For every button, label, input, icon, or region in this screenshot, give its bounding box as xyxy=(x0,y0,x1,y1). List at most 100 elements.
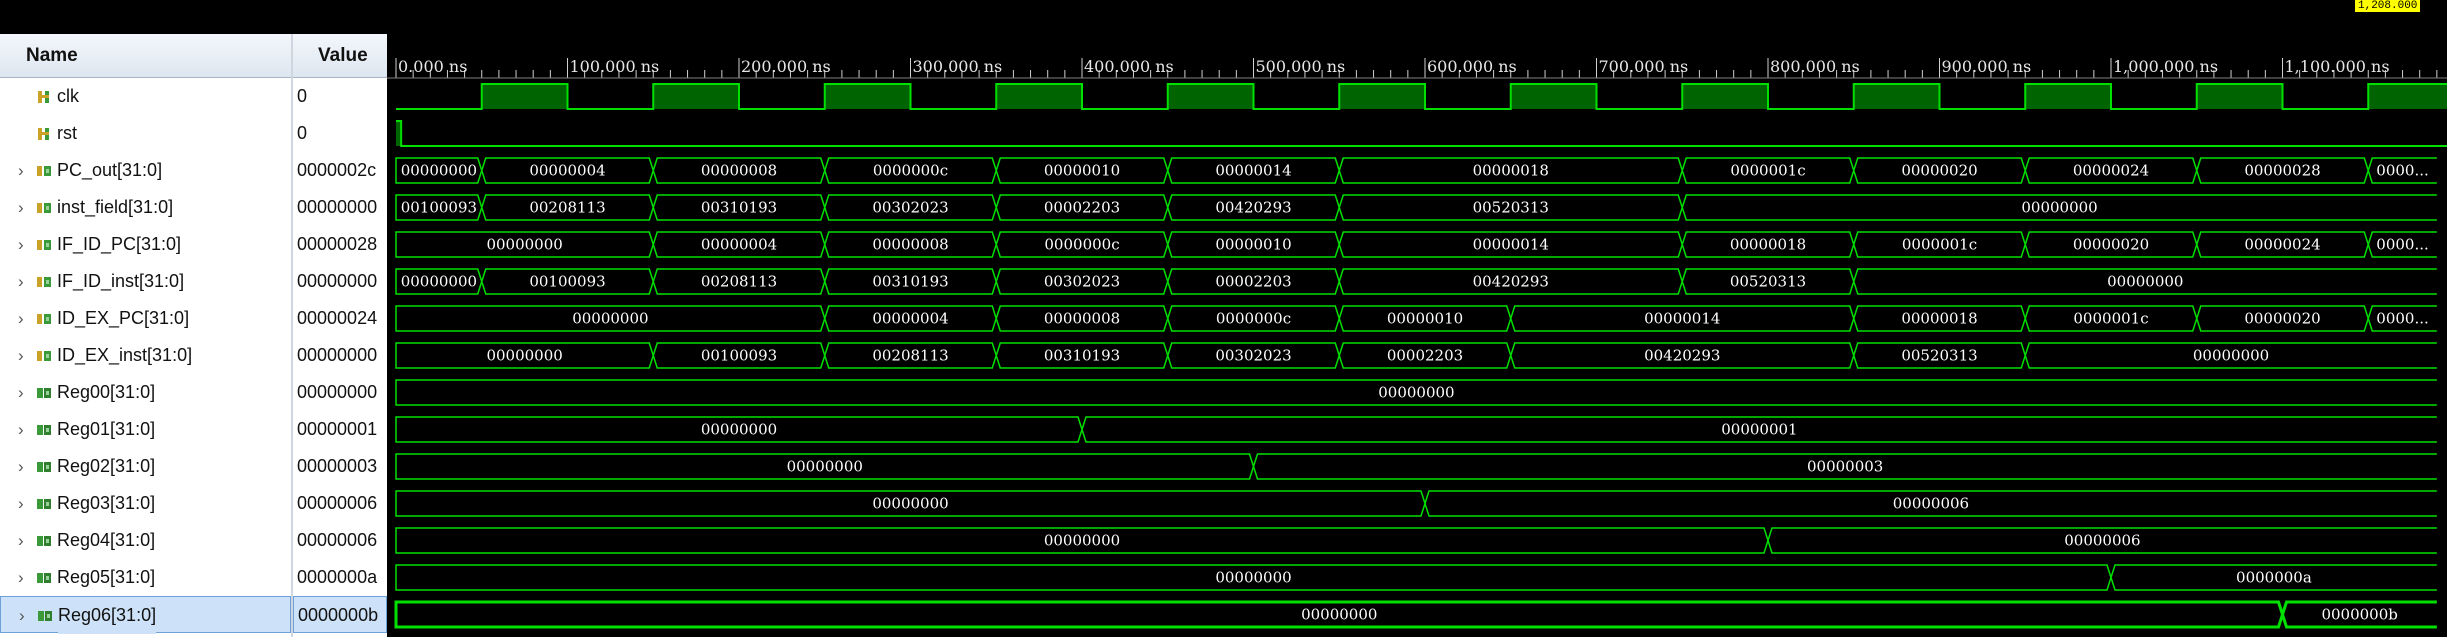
bus-value-label: 00000024 xyxy=(2244,236,2320,254)
clock-high-fill xyxy=(1853,84,1940,109)
chevron-right-icon[interactable]: › xyxy=(18,559,24,596)
waveform-canvas[interactable]: 0.000 ns 100.000 ns 200.000 ns 300.000 ns 40… xyxy=(387,0,2447,637)
chevron-right-icon[interactable]: › xyxy=(18,374,24,411)
bus-value-label: 00000008 xyxy=(1044,310,1120,328)
signal-value: 0000000b xyxy=(298,605,379,625)
signal-row[interactable]: › inst_field[31:0] xyxy=(0,189,291,226)
signal-value-cell[interactable]: 0000002c xyxy=(293,152,387,189)
bus-value-label: 00000003 xyxy=(1807,458,1883,476)
chevron-right-icon[interactable]: › xyxy=(19,597,25,634)
signal-row[interactable]: › ID_EX_inst[31:0] xyxy=(0,337,291,374)
bus-value-label: 0000001c xyxy=(1730,162,1805,180)
signal-value-cell[interactable]: 00000006 xyxy=(293,485,387,522)
signal-value-cell[interactable]: 0 xyxy=(293,115,387,152)
chevron-right-icon[interactable]: › xyxy=(18,522,24,559)
bus-value-label: 00002203 xyxy=(1215,273,1291,291)
signal-value-cell[interactable]: 00000000 xyxy=(293,189,387,226)
bus-value-label: 0000000c xyxy=(873,162,948,180)
signal-value-cell[interactable]: 00000003 xyxy=(293,448,387,485)
bus-value-label: 00000020 xyxy=(1901,162,1977,180)
signal-row[interactable]: › Reg02[31:0] xyxy=(0,448,291,485)
chevron-right-icon[interactable]: › xyxy=(18,152,24,189)
bus-value-label: 00000020 xyxy=(2073,236,2149,254)
signal-value: 00000006 xyxy=(297,493,378,513)
signal-value-cell[interactable]: 00000024 xyxy=(293,300,387,337)
signal-row[interactable]: › Reg03[31:0] xyxy=(0,485,291,522)
time-axis-label: 400.000 ns xyxy=(1084,57,1174,76)
time-axis-label: 1,100.000 ns xyxy=(2285,57,2390,76)
chevron-right-icon[interactable]: › xyxy=(18,411,24,448)
bus-value-label: 00002203 xyxy=(1044,199,1120,217)
chevron-right-icon[interactable]: › xyxy=(18,300,24,337)
signal-value-cell[interactable]: 00000001 xyxy=(293,411,387,448)
signal-value-cell[interactable]: 00000000 xyxy=(293,337,387,374)
bus-value-label: 0000001c xyxy=(2073,310,2148,328)
bus-value-label: 0000000c xyxy=(1044,236,1119,254)
signal-row[interactable]: › IF_ID_PC[31:0] xyxy=(0,226,291,263)
bus-value-label: 00000000 xyxy=(486,236,562,254)
clock-high-fill xyxy=(481,84,568,109)
chevron-right-icon[interactable]: › xyxy=(18,263,24,300)
clock-high-fill xyxy=(824,84,911,109)
bus-value-label: 00000000 xyxy=(572,310,648,328)
signal-value-cell[interactable]: 00000006 xyxy=(293,522,387,559)
bus-value-label: 00000010 xyxy=(1044,162,1120,180)
bus-value-label: 00000000 xyxy=(401,273,477,291)
waveform-view[interactable]: 0.000 ns 100.000 ns 200.000 ns 300.000 ns 40… xyxy=(387,0,2447,637)
signal-value-cell[interactable]: 00000028 xyxy=(293,226,387,263)
signal-row[interactable]: rst xyxy=(0,115,291,152)
signal-name: Reg04[31:0] xyxy=(57,530,156,550)
bus-value-label: 00002203 xyxy=(1387,347,1463,365)
signal-name: ID_EX_PC[31:0] xyxy=(57,308,190,328)
signal-row[interactable]: › Reg01[31:0] xyxy=(0,411,291,448)
bus-value-label: 00520313 xyxy=(1901,347,1977,365)
signal-row[interactable]: › Reg05[31:0] xyxy=(0,559,291,596)
time-axis-label: 300.000 ns xyxy=(913,57,1003,76)
signal-value: 00000006 xyxy=(297,530,378,550)
bus-value-label: 00000004 xyxy=(529,162,605,180)
bus-value-label: 00000000 xyxy=(2193,347,2269,365)
signal-row[interactable]: clk xyxy=(0,78,291,115)
signal-row[interactable]: › ID_EX_PC[31:0] xyxy=(0,300,291,337)
bus-value-label: 0000000b xyxy=(2321,606,2397,624)
value-column-header[interactable]: Value xyxy=(293,34,387,78)
bus-value-label: 00000004 xyxy=(872,310,948,328)
signal-value-cell[interactable]: 0 xyxy=(293,78,387,115)
bus-value-label: 00000020 xyxy=(2244,310,2320,328)
bus-value-label: 00000000 xyxy=(401,162,477,180)
time-axis-label: 200.000 ns xyxy=(741,57,831,76)
signal-value-panel: Value 0 0 0000002c 00000000 00000028 00000000… xyxy=(293,0,387,637)
signal-value: 00000000 xyxy=(297,382,378,402)
chevron-right-icon[interactable]: › xyxy=(18,485,24,522)
signal-value-cell[interactable]: 00000000 xyxy=(293,263,387,300)
signal-value-cell[interactable]: 00000000 xyxy=(293,374,387,411)
name-column-header[interactable]: Name xyxy=(0,34,293,78)
bus-value-label: 00000000 xyxy=(872,495,948,513)
signal-value-cell[interactable]: 0000000a xyxy=(293,559,387,596)
signal-value: 00000028 xyxy=(297,234,378,254)
chevron-right-icon[interactable]: › xyxy=(18,448,24,485)
bus-value-label: 00000000 xyxy=(701,421,777,439)
signal-row[interactable]: › Reg00[31:0] xyxy=(0,374,291,411)
signal-row[interactable]: › Reg06[31:0] xyxy=(0,596,291,634)
bus-value-label: 00000004 xyxy=(701,236,777,254)
chevron-right-icon[interactable]: › xyxy=(18,189,24,226)
signal-row[interactable]: › PC_out[31:0] xyxy=(0,152,291,189)
bus-value-label: 00000000 xyxy=(1215,569,1291,587)
bus-value-label: 00000018 xyxy=(1730,236,1806,254)
panel-top-band xyxy=(0,0,293,34)
time-axis-label: 900.000 ns xyxy=(1942,57,2032,76)
bus-value-label: 00000014 xyxy=(1644,310,1720,328)
bus-value-label: 00000014 xyxy=(1215,162,1291,180)
signal-value: 00000001 xyxy=(297,419,378,439)
chevron-right-icon[interactable]: › xyxy=(18,226,24,263)
signal-row[interactable]: › Reg04[31:0] xyxy=(0,522,291,559)
signal-value: 00000000 xyxy=(297,345,378,365)
signal-value-cell[interactable]: 0000000b xyxy=(293,596,387,633)
time-axis-label: 100.000 ns xyxy=(570,57,660,76)
signal-value: 00000024 xyxy=(297,308,378,328)
signal-name: Reg05[31:0] xyxy=(57,567,156,587)
chevron-right-icon[interactable]: › xyxy=(18,337,24,374)
signal-row[interactable]: › IF_ID_inst[31:0] xyxy=(0,263,291,300)
bus-value-label: 00000000 xyxy=(1378,384,1454,402)
